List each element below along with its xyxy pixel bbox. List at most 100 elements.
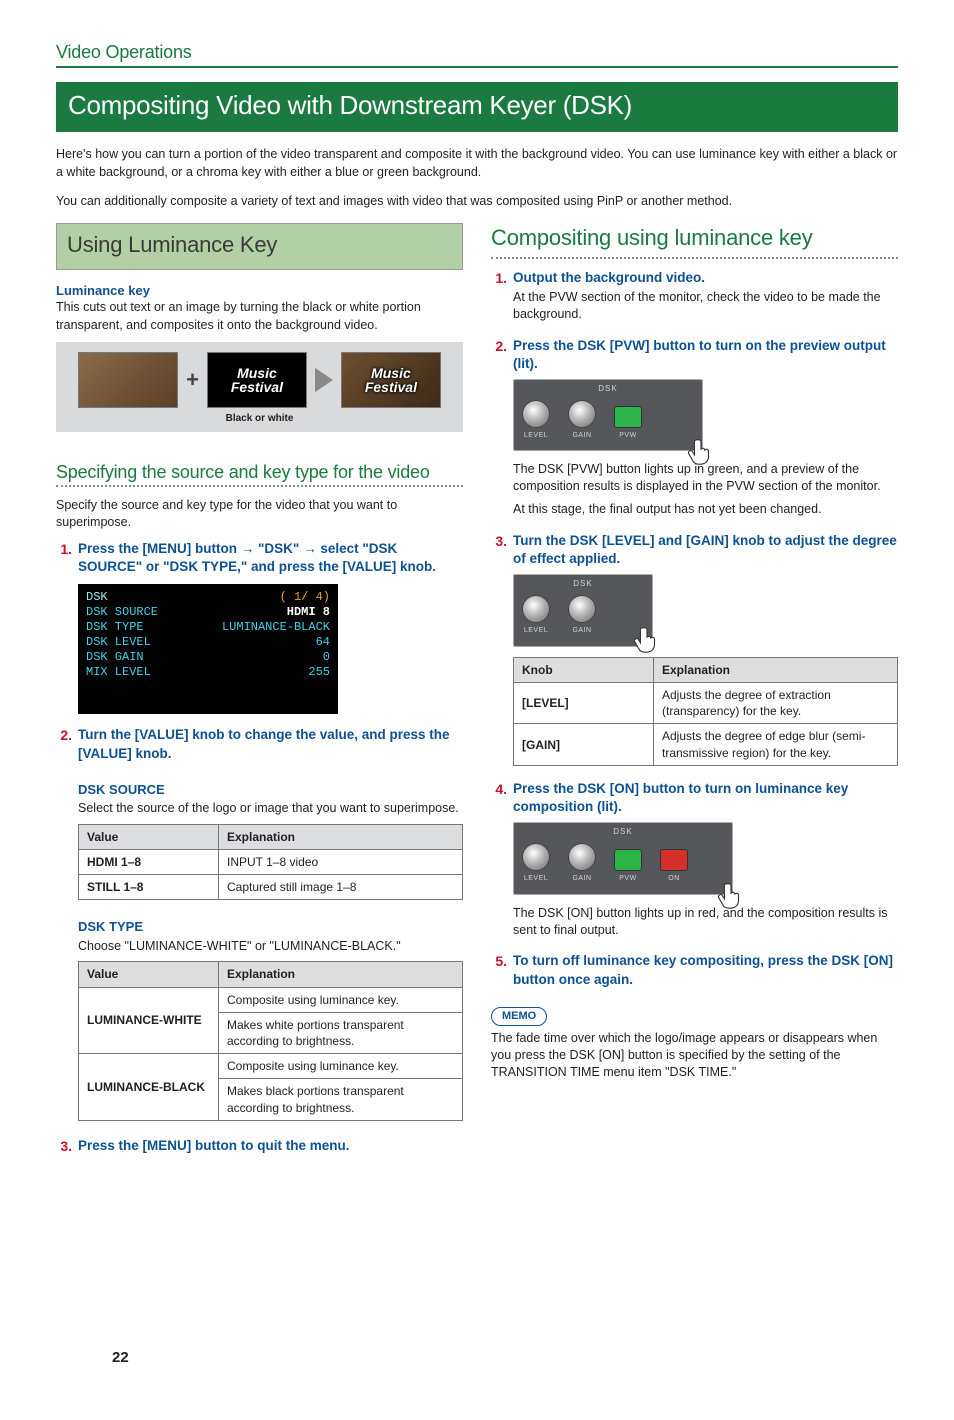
right-step-5: 5. To turn off luminance key compositing… <box>491 952 898 988</box>
table-cell: Makes black portions transparent accordi… <box>219 1079 463 1120</box>
knob-label: GAIN <box>572 874 591 883</box>
hand-pointer-icon <box>716 880 746 910</box>
menu-row-value: 64 <box>316 635 330 650</box>
level-knob: LEVEL <box>522 595 550 635</box>
step-number: 1. <box>491 269 507 323</box>
intro-block: Here's how you can turn a portion of the… <box>56 146 898 211</box>
figure-bg-thumb <box>78 352 178 408</box>
table-cell: [GAIN] <box>514 724 654 765</box>
memo-badge: MEMO <box>491 1007 547 1026</box>
plus-icon: + <box>186 365 199 395</box>
gain-knob: GAIN <box>568 400 596 440</box>
step2-after-2: At this stage, the final output has not … <box>513 501 898 518</box>
knob-table: KnobExplanation [LEVEL]Adjusts the degre… <box>513 657 898 766</box>
pvw-button: PVW <box>614 849 642 883</box>
intro-paragraph-2: You can additionally composite a variety… <box>56 193 898 211</box>
table-cell: Composite using luminance key. <box>219 987 463 1012</box>
luminance-key-heading: Luminance key <box>56 282 463 300</box>
dsk-type-heading: DSK TYPE <box>78 918 463 936</box>
menu-row-value: HDMI 8 <box>287 605 330 620</box>
figure-text-line1: Music <box>237 366 277 380</box>
step-number: 2. <box>491 337 507 373</box>
knob-label: LEVEL <box>524 874 548 883</box>
left-column: Using Luminance Key Luminance key This c… <box>56 223 463 1160</box>
pvw-button: PVW <box>614 406 642 440</box>
btn-label: PVW <box>619 874 636 883</box>
step-text: At the PVW section of the monitor, check… <box>513 289 898 323</box>
page-title: Compositing Video with Downstream Keyer … <box>56 82 898 132</box>
step-title: Press the DSK [PVW] button to turn on th… <box>513 337 898 373</box>
h2-using-luminance-key: Using Luminance Key <box>56 223 463 270</box>
figure-text-line2: Festival <box>231 380 283 394</box>
menu-row-label: DSK SOURCE <box>86 605 158 620</box>
step1-part-a: Press the [MENU] button <box>78 541 241 556</box>
arrow-icon: → <box>303 541 317 556</box>
th-knob: Knob <box>514 657 654 682</box>
table-cell: Adjusts the degree of edge blur (semi-tr… <box>654 724 898 765</box>
level-knob: LEVEL <box>522 843 550 883</box>
left-step-1: 1. Press the [MENU] button → "DSK" → sel… <box>56 540 463 576</box>
step1-part-b: "DSK" <box>254 541 303 556</box>
left-step-2: 2. Turn the [VALUE] knob to change the v… <box>56 726 463 762</box>
knob-label: LEVEL <box>524 431 548 440</box>
right-column: Compositing using luminance key 1. Outpu… <box>491 223 898 1160</box>
dsk-source-table: ValueExplanation HDMI 1–8INPUT 1–8 video… <box>78 824 463 901</box>
table-cell: Adjusts the degree of extraction (transp… <box>654 683 898 724</box>
figure-result-text2: Festival <box>365 380 417 394</box>
step-number: 3. <box>491 532 507 568</box>
on-button: ON <box>660 849 688 883</box>
level-knob: LEVEL <box>522 400 550 440</box>
step-title: Turn the [VALUE] knob to change the valu… <box>78 726 463 762</box>
btn-label: ON <box>668 874 680 883</box>
th-explanation: Explanation <box>219 962 463 987</box>
dsk-type-desc: Choose "LUMINANCE-WHITE" or "LUMINANCE-B… <box>78 938 463 956</box>
figure-caption: Black or white <box>68 412 451 426</box>
specifying-desc: Specify the source and key type for the … <box>56 497 463 532</box>
btn-label: PVW <box>619 431 636 440</box>
right-step-1: 1. Output the background video. At the P… <box>491 269 898 323</box>
th-value: Value <box>79 824 219 849</box>
h2-compositing-luminance: Compositing using luminance key <box>491 223 898 253</box>
table-cell: LUMINANCE-WHITE <box>79 987 219 1054</box>
menu-row-label: DSK LEVEL <box>86 635 151 650</box>
th-value: Value <box>79 962 219 987</box>
table-cell: STILL 1–8 <box>79 875 219 900</box>
figure-result-thumb: Music Festival <box>341 352 441 408</box>
step-title: Output the background video. <box>513 269 898 287</box>
menu-title: DSK <box>86 590 108 604</box>
step-title: Press the [MENU] button to quit the menu… <box>78 1137 463 1155</box>
step-title: Press the [MENU] button → "DSK" → select… <box>78 540 463 576</box>
luminance-figure: + Music Festival Music Festival Black or… <box>56 342 463 432</box>
luminance-key-desc: This cuts out text or an image by turnin… <box>56 299 463 334</box>
dsk-panel-pvw: LEVEL GAIN PVW <box>513 379 703 451</box>
step-number: 5. <box>491 952 507 988</box>
dsk-source-desc: Select the source of the logo or image t… <box>78 800 463 818</box>
step4-after: The DSK [ON] button lights up in red, an… <box>513 905 898 939</box>
dsk-source-heading: DSK SOURCE <box>78 781 463 799</box>
h3-specifying-source: Specifying the source and key type for t… <box>56 460 463 484</box>
gain-knob: GAIN <box>568 843 596 883</box>
step-number: 1. <box>56 540 72 576</box>
th-explanation: Explanation <box>219 824 463 849</box>
step-number: 3. <box>56 1137 72 1156</box>
menu-page: ( 1/ 4) <box>280 590 330 605</box>
hand-pointer-icon <box>632 624 662 654</box>
step-title: Turn the DSK [LEVEL] and [GAIN] knob to … <box>513 532 898 568</box>
memo-text: The fade time over which the logo/image … <box>491 1030 898 1081</box>
menu-row-label: DSK TYPE <box>86 620 144 635</box>
right-step-3: 3. Turn the DSK [LEVEL] and [GAIN] knob … <box>491 532 898 568</box>
step-title: To turn off luminance key compositing, p… <box>513 952 898 988</box>
step-number: 4. <box>491 780 507 816</box>
table-cell: Captured still image 1–8 <box>219 875 463 900</box>
dsk-menu-screenshot: DSK( 1/ 4) DSK SOURCEHDMI 8 DSK TYPELUMI… <box>78 584 338 714</box>
table-cell: [LEVEL] <box>514 683 654 724</box>
table-cell: LUMINANCE-BLACK <box>79 1054 219 1121</box>
arrow-icon: → <box>241 541 255 556</box>
right-step-4: 4. Press the DSK [ON] button to turn on … <box>491 780 898 816</box>
arrow-right-icon <box>315 368 333 392</box>
table-cell: INPUT 1–8 video <box>219 850 463 875</box>
section-header: Video Operations <box>56 40 898 68</box>
hand-pointer-icon <box>686 436 716 466</box>
menu-row-value: 0 <box>323 650 330 665</box>
step-title: Press the DSK [ON] button to turn on lum… <box>513 780 898 816</box>
